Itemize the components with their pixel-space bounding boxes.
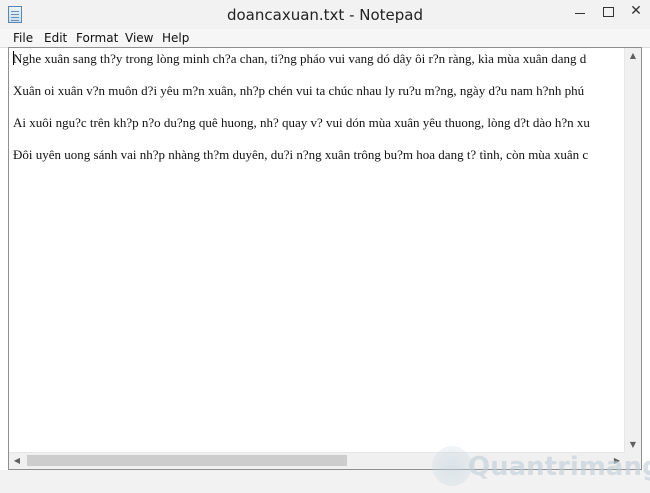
- watermark-text: Quantrimang: [468, 452, 650, 482]
- menu-format[interactable]: Format: [76, 30, 118, 46]
- menu-help[interactable]: Help: [162, 30, 189, 46]
- menu-edit[interactable]: Edit: [44, 30, 67, 46]
- menu-view[interactable]: View: [125, 30, 153, 46]
- window-title: doancaxuan.txt - Notepad: [226, 6, 424, 24]
- text-editor[interactable]: Nghe xuân sang th?y trong lòng minh ch?a…: [8, 47, 642, 470]
- text-line-3[interactable]: Ai xuôi ngu?c trên kh?p n?o du?ng quê hu…: [13, 115, 590, 131]
- notepad-window: doancaxuan.txt - Notepad ✕ File Edit For…: [0, 0, 650, 493]
- menu-bar: File Edit Format View Help: [0, 29, 650, 48]
- text-line-1[interactable]: Nghe xuân sang th?y trong lòng minh ch?a…: [13, 51, 586, 67]
- horizontal-scroll-thumb[interactable]: [27, 455, 347, 466]
- watermark: Quantrimang: [432, 446, 650, 490]
- maximize-button[interactable]: [594, 0, 622, 24]
- maximize-icon: [602, 7, 614, 17]
- minimize-button[interactable]: [566, 0, 594, 24]
- watermark-logo-icon: [432, 446, 472, 486]
- scroll-left-arrow-icon[interactable]: ◀: [9, 453, 25, 469]
- menu-file[interactable]: File: [13, 30, 33, 46]
- scroll-up-arrow-icon[interactable]: ▲: [625, 48, 641, 64]
- minimize-icon: [575, 13, 585, 14]
- text-line-2[interactable]: Xuân oi xuân v?n muôn d?i yêu m?n xuân, …: [13, 83, 584, 99]
- close-button[interactable]: ✕: [622, 0, 650, 24]
- vertical-scrollbar[interactable]: ▲ ▼: [624, 48, 641, 453]
- title-bar[interactable]: doancaxuan.txt - Notepad ✕: [0, 0, 650, 29]
- text-line-4[interactable]: Đôi uyên uong sánh vai nh?p nhàng th?m d…: [13, 147, 588, 163]
